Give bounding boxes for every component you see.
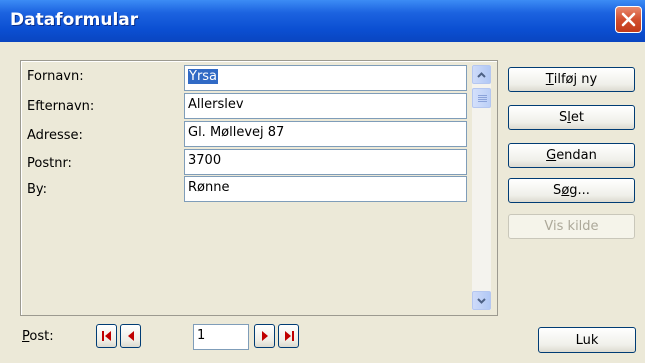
add-new-button[interactable]: Tilføj ny — [508, 67, 635, 92]
scroll-thumb[interactable] — [472, 88, 491, 108]
close-icon — [621, 12, 636, 27]
last-record-button[interactable] — [278, 324, 299, 348]
field-label-efternavn: Efternavn: — [27, 99, 95, 114]
adresse-field[interactable]: Gl. Møllevej 87 — [184, 121, 467, 147]
first-record-icon — [101, 331, 111, 341]
chevron-down-icon — [477, 297, 486, 304]
record-number-input[interactable]: 1 — [193, 324, 249, 350]
postnr-field[interactable]: 3700 — [184, 149, 467, 175]
scroll-up-button[interactable] — [472, 65, 491, 84]
by-field[interactable]: Rønne — [184, 176, 467, 202]
show-source-button[interactable]: Vis kilde — [508, 214, 635, 239]
first-record-button[interactable] — [96, 324, 117, 348]
field-label-adresse: Adresse: — [27, 128, 83, 143]
scroll-down-button[interactable] — [472, 291, 491, 310]
next-record-button[interactable] — [254, 324, 275, 348]
field-label-fornavn: Fornavn: — [27, 69, 84, 84]
record-label: Post: — [22, 329, 54, 344]
efternavn-field[interactable]: Allerslev — [184, 93, 467, 119]
dialog-title: Dataformular — [10, 10, 139, 30]
next-record-icon — [261, 331, 268, 341]
record-scrollbar[interactable] — [472, 65, 491, 310]
search-button[interactable]: Sø g... — [508, 178, 635, 203]
restore-button[interactable]: Gendan — [508, 143, 635, 168]
field-label-postnr: Postnr: — [27, 156, 72, 171]
close-button[interactable]: Luk — [538, 327, 636, 353]
last-record-icon — [284, 331, 294, 341]
previous-record-button[interactable] — [120, 324, 141, 348]
fornavn-value: Yrsa — [188, 69, 219, 84]
data-form-dialog: Dataformular Fornavn: Yrsa Efternavn: Al… — [0, 0, 645, 363]
close-window-button[interactable] — [615, 6, 642, 33]
delete-button[interactable]: Sl et — [508, 105, 635, 130]
field-label-by: By: — [27, 182, 48, 197]
title-bar[interactable]: Dataformular — [0, 0, 645, 42]
fornavn-field[interactable]: Yrsa — [184, 65, 467, 91]
chevron-up-icon — [477, 71, 486, 78]
previous-record-icon — [127, 331, 134, 341]
